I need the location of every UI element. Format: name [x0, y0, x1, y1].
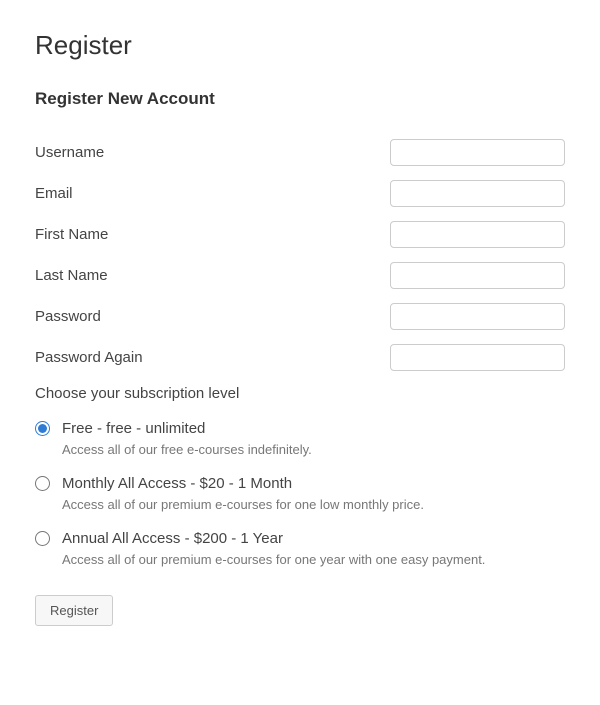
email-input[interactable]	[390, 180, 565, 207]
subscription-description-annual: Access all of our premium e-courses for …	[62, 552, 565, 567]
password-again-input[interactable]	[390, 344, 565, 371]
last-name-input[interactable]	[390, 262, 565, 289]
subscription-label-monthly[interactable]: Monthly All Access - $20 - 1 Month	[62, 475, 292, 492]
first-name-input[interactable]	[390, 221, 565, 248]
subscription-description-free: Access all of our free e-courses indefin…	[62, 442, 565, 457]
subscription-radio-annual[interactable]	[35, 531, 50, 546]
username-input[interactable]	[390, 139, 565, 166]
subscription-radio-free[interactable]	[35, 421, 50, 436]
subscription-radio-monthly[interactable]	[35, 476, 50, 491]
last-name-label: Last Name	[35, 267, 390, 284]
section-title: Register New Account	[35, 89, 565, 109]
subscription-label-free[interactable]: Free - free - unlimited	[62, 420, 205, 437]
subscription-label-annual[interactable]: Annual All Access - $200 - 1 Year	[62, 530, 283, 547]
email-label: Email	[35, 185, 390, 202]
password-again-label: Password Again	[35, 349, 390, 366]
password-input[interactable]	[390, 303, 565, 330]
subscription-description-monthly: Access all of our premium e-courses for …	[62, 497, 565, 512]
username-label: Username	[35, 144, 390, 161]
first-name-label: First Name	[35, 226, 390, 243]
page-title: Register	[35, 30, 565, 61]
subscription-prompt: Choose your subscription level	[35, 385, 565, 402]
password-label: Password	[35, 308, 390, 325]
register-button[interactable]: Register	[35, 595, 113, 626]
